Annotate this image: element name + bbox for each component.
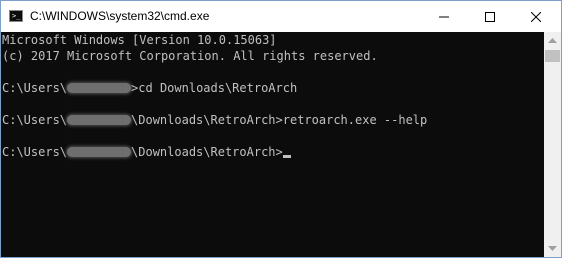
- text-cursor: [282, 155, 291, 158]
- prompt-line-2: C:\Users\ \Downloads\RetroArch>retroarch.…: [2, 112, 427, 128]
- prompt-line-3[interactable]: C:\Users\ \Downloads\RetroArch>: [2, 144, 291, 160]
- redacted-username: [67, 83, 132, 93]
- cmd-icon[interactable]: >_: [9, 10, 23, 22]
- prompt-path: \Downloads\RetroArch>: [131, 113, 283, 127]
- cmd-window: >_ C:\WINDOWS\system32\cmd.exe Microsoft…: [0, 0, 562, 258]
- cmd-icon-glyph: >_: [12, 12, 21, 20]
- arrow-down-icon: [548, 245, 557, 251]
- scroll-up-button[interactable]: [544, 32, 561, 49]
- prompt-prefix: C:\Users\: [2, 81, 68, 95]
- title-bar[interactable]: >_ C:\WINDOWS\system32\cmd.exe: [1, 1, 561, 32]
- redacted-username: [67, 115, 132, 125]
- window-title: C:\WINDOWS\system32\cmd.exe: [30, 9, 210, 23]
- close-icon: [531, 11, 541, 22]
- prompt-prefix: C:\Users\: [2, 113, 68, 127]
- prompt-line-1: C:\Users\ >cd Downloads\RetroArch: [2, 80, 297, 96]
- minimize-icon: [439, 16, 449, 17]
- banner-version-line: Microsoft Windows [Version 10.0.15063]: [2, 33, 277, 47]
- prompt-path: \Downloads\RetroArch>: [131, 145, 283, 159]
- arrow-up-icon: [548, 37, 557, 43]
- console-output[interactable]: Microsoft Windows [Version 10.0.15063] (…: [1, 32, 544, 257]
- command-text: cd Downloads\RetroArch: [138, 81, 298, 95]
- minimize-button[interactable]: [421, 1, 467, 32]
- scroll-thumb[interactable]: [545, 50, 560, 62]
- scroll-down-button[interactable]: [544, 240, 561, 257]
- maximize-button[interactable]: [467, 1, 513, 32]
- vertical-scrollbar[interactable]: [544, 32, 561, 257]
- prompt-prefix: C:\Users\: [2, 145, 68, 159]
- command-text: retroarch.exe --help: [282, 113, 428, 127]
- redacted-username: [67, 147, 132, 157]
- banner-copyright-line: (c) 2017 Microsoft Corporation. All righ…: [2, 49, 378, 63]
- close-button[interactable]: [513, 1, 559, 32]
- maximize-icon: [485, 11, 495, 22]
